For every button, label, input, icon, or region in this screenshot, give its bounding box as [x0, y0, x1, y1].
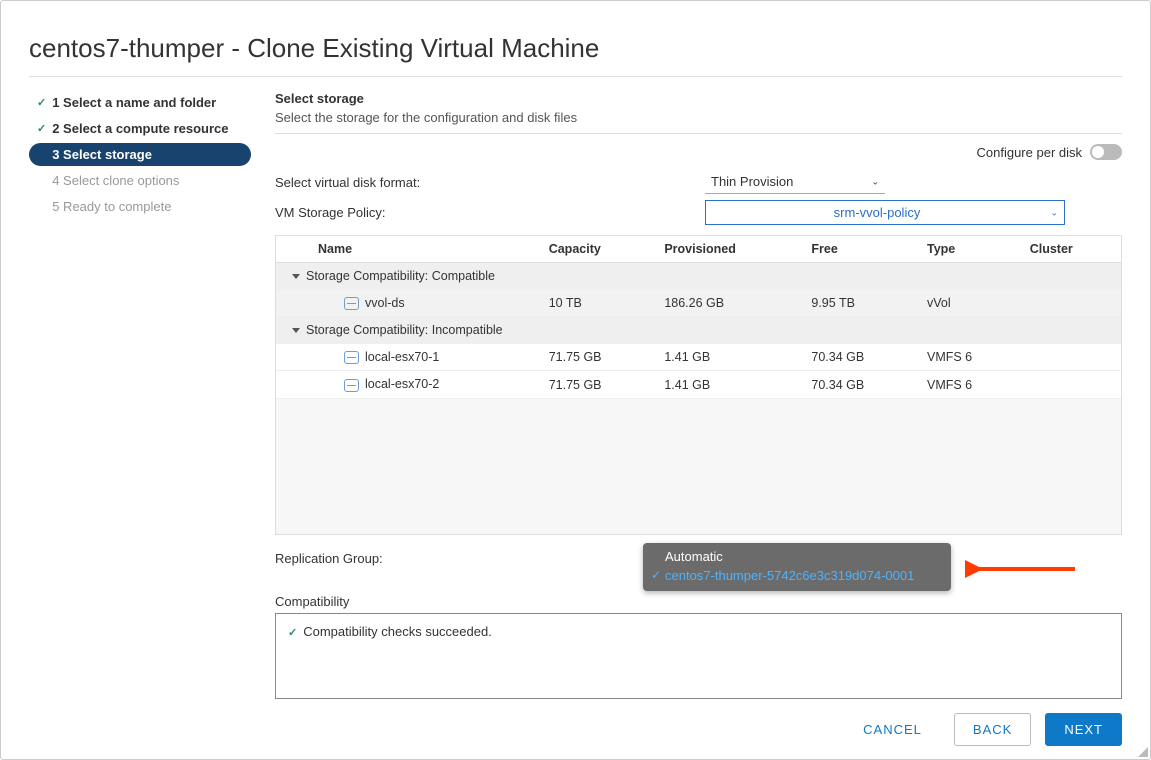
storage-policy-label: VM Storage Policy:	[275, 205, 705, 220]
check-icon: ✓	[288, 627, 297, 639]
back-button[interactable]: BACK	[954, 713, 1031, 746]
datastore-table: Name Capacity Provisioned Free Type Clus…	[275, 235, 1122, 535]
wizard-dialog: centos7-thumper - Clone Existing Virtual…	[0, 0, 1151, 760]
group-compatible[interactable]: Storage Compatibility: Compatible	[276, 263, 1121, 290]
disk-format-select[interactable]: Thin Provision ⌄	[705, 170, 885, 194]
wizard-content: Select storage Select the storage for th…	[251, 91, 1122, 701]
col-capacity[interactable]: Capacity	[541, 236, 657, 263]
cell-capacity: 71.75 GB	[541, 344, 657, 371]
section-subtitle: Select the storage for the configuration…	[275, 110, 1122, 134]
group-incompatible[interactable]: Storage Compatibility: Incompatible	[276, 317, 1121, 344]
cell-name: local-esx70-2	[365, 377, 439, 391]
wizard-footer: CANCEL BACK NEXT	[275, 713, 1122, 746]
cancel-button[interactable]: CANCEL	[845, 714, 940, 745]
step-label: 5 Ready to complete	[52, 199, 171, 214]
step-3[interactable]: ✓3 Select storage	[29, 143, 251, 166]
storage-policy-select[interactable]: srm-vvol-policy ⌄	[705, 200, 1065, 225]
cell-type: VMFS 6	[919, 371, 1022, 398]
datastore-icon	[344, 297, 359, 310]
step-2[interactable]: ✓ 2 Select a compute resource	[29, 117, 251, 140]
cell-free: 70.34 GB	[803, 371, 919, 398]
disk-format-label: Select virtual disk format:	[275, 175, 705, 190]
datastore-icon	[344, 379, 359, 392]
collapse-icon	[292, 274, 300, 279]
cell-type: vVol	[919, 290, 1022, 317]
replication-group-dropdown[interactable]: Automatic centos7-thumper-5742c6e3c319d0…	[643, 543, 951, 591]
cell-free: 70.34 GB	[803, 344, 919, 371]
group-label: Storage Compatibility: Compatible	[306, 269, 495, 283]
col-type[interactable]: Type	[919, 236, 1022, 263]
step-4[interactable]: ✓4 Select clone options	[29, 169, 251, 192]
cell-capacity: 10 TB	[541, 290, 657, 317]
chevron-down-icon: ⌄	[871, 176, 879, 187]
cell-provisioned: 1.41 GB	[656, 371, 803, 398]
step-label: 1 Select a name and folder	[52, 95, 216, 110]
cell-cluster	[1022, 344, 1121, 371]
step-label: 2 Select a compute resource	[52, 121, 228, 136]
cell-name: local-esx70-1	[365, 350, 439, 364]
cell-name: vvol-ds	[365, 296, 405, 310]
cell-type: VMFS 6	[919, 344, 1022, 371]
table-header-row: Name Capacity Provisioned Free Type Clus…	[276, 236, 1121, 263]
annotation-arrow	[965, 559, 1080, 579]
col-cluster[interactable]: Cluster	[1022, 236, 1121, 263]
wizard-steps: ✓ 1 Select a name and folder ✓ 2 Select a …	[29, 91, 251, 701]
col-name[interactable]: Name	[310, 236, 541, 263]
dropdown-option[interactable]: Automatic	[651, 547, 943, 566]
cell-provisioned: 1.41 GB	[656, 344, 803, 371]
disk-format-value: Thin Provision	[711, 174, 793, 189]
next-button[interactable]: NEXT	[1045, 713, 1122, 746]
step-label: 3 Select storage	[52, 147, 152, 162]
cell-free: 9.95 TB	[803, 290, 919, 317]
resize-handle-icon[interactable]	[1138, 747, 1148, 757]
datastore-icon	[344, 351, 359, 364]
compatibility-message: Compatibility checks succeeded.	[303, 624, 492, 639]
table-row[interactable]: local-esx70-1 71.75 GB 1.41 GB 70.34 GB …	[276, 344, 1121, 371]
replication-group-label: Replication Group:	[275, 551, 393, 566]
configure-per-disk-label: Configure per disk	[977, 145, 1083, 160]
collapse-icon	[292, 328, 300, 333]
col-free[interactable]: Free	[803, 236, 919, 263]
dropdown-option-selected[interactable]: centos7-thumper-5742c6e3c319d074-0001	[651, 566, 943, 585]
cell-capacity: 71.75 GB	[541, 371, 657, 398]
dialog-title: centos7-thumper - Clone Existing Virtual…	[29, 1, 1122, 77]
table-row[interactable]: vvol-ds 10 TB 186.26 GB 9.95 TB vVol	[276, 290, 1121, 317]
storage-policy-value: srm-vvol-policy	[834, 205, 921, 220]
step-1[interactable]: ✓ 1 Select a name and folder	[29, 91, 251, 114]
cell-provisioned: 186.26 GB	[656, 290, 803, 317]
cell-cluster	[1022, 290, 1121, 317]
step-5[interactable]: ✓5 Ready to complete	[29, 195, 251, 218]
compatibility-box: ✓ Compatibility checks succeeded.	[275, 613, 1122, 699]
table-row[interactable]: local-esx70-2 71.75 GB 1.41 GB 70.34 GB …	[276, 371, 1121, 398]
col-provisioned[interactable]: Provisioned	[656, 236, 803, 263]
configure-per-disk-toggle[interactable]	[1090, 144, 1122, 160]
group-label: Storage Compatibility: Incompatible	[306, 323, 503, 337]
check-icon: ✓	[37, 96, 46, 109]
step-label: 4 Select clone options	[52, 173, 179, 188]
section-title: Select storage	[275, 91, 1122, 106]
compatibility-label: Compatibility	[275, 594, 1122, 609]
chevron-down-icon: ⌄	[1050, 207, 1058, 218]
check-icon: ✓	[37, 122, 46, 135]
cell-cluster	[1022, 371, 1121, 398]
